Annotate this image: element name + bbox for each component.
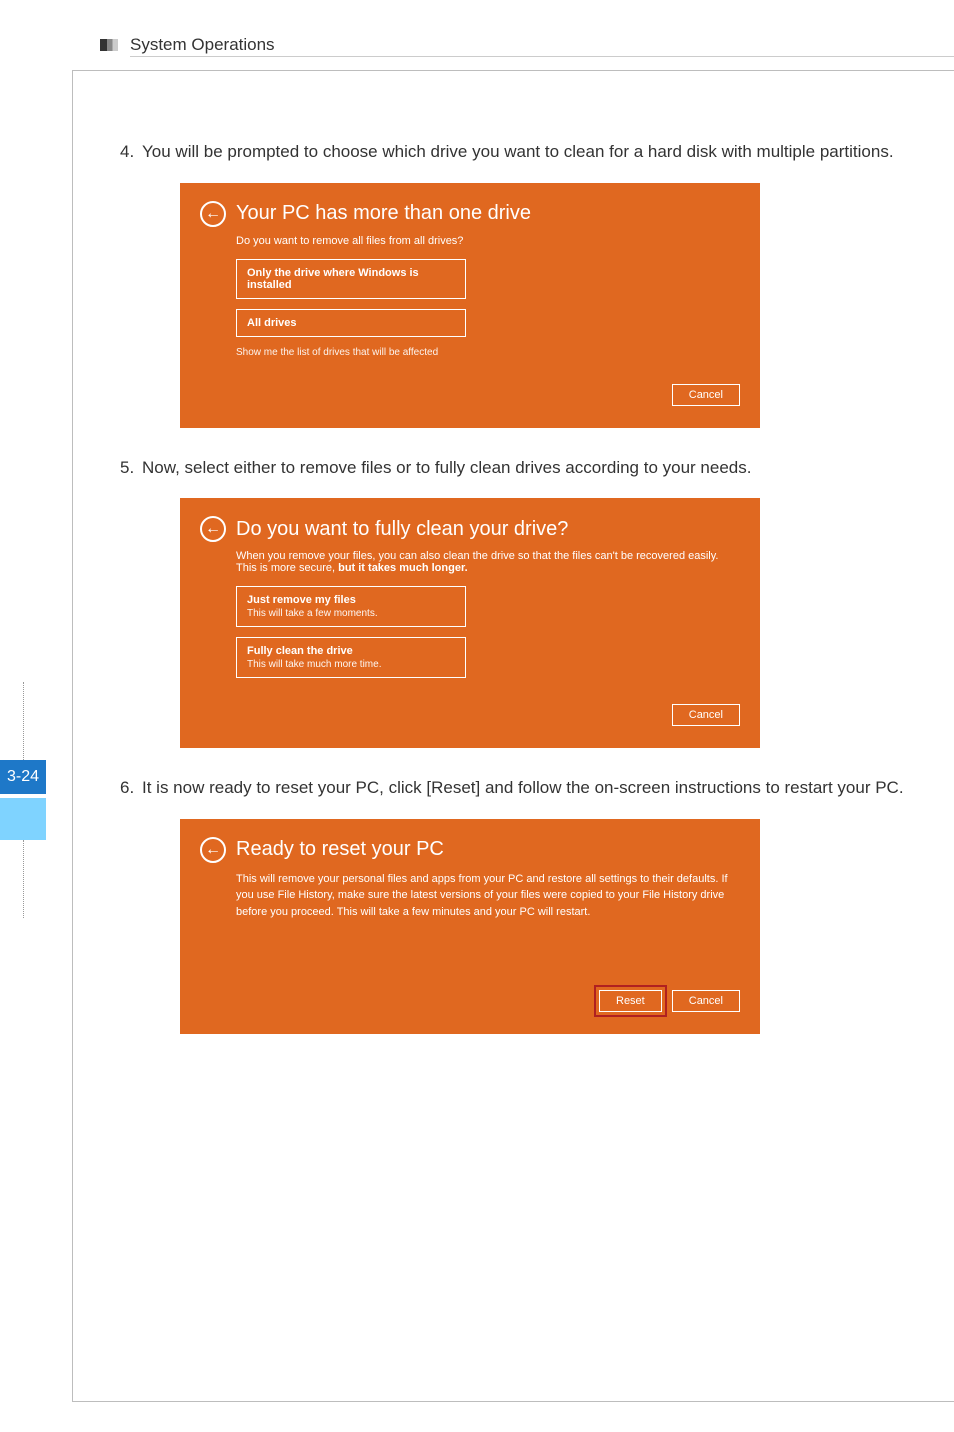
reset-button[interactable]: Reset xyxy=(599,990,662,1012)
page-number: 3-24 xyxy=(0,760,46,794)
step-number: 6. xyxy=(120,776,142,801)
option-only-windows-drive[interactable]: Only the drive where Windows is installe… xyxy=(236,259,466,299)
show-drives-link[interactable]: Show me the list of drives that will be … xyxy=(236,347,740,358)
step-4: 4. You will be prompted to choose which … xyxy=(120,140,914,428)
dialog-body: This will remove your personal files and… xyxy=(236,871,740,921)
dialog-subtitle: When you remove your files, you can also… xyxy=(236,550,740,574)
option-fully-clean[interactable]: Fully clean the drive This will take muc… xyxy=(236,637,466,678)
option-all-drives[interactable]: All drives xyxy=(236,309,466,337)
dialog-ready-reset: ← Ready to reset your PC This will remov… xyxy=(180,819,760,1035)
dialog-subtitle: Do you want to remove all files from all… xyxy=(236,235,740,247)
step-5: 5. Now, select either to remove files or… xyxy=(120,456,914,749)
step-number: 4. xyxy=(120,140,142,165)
cancel-button[interactable]: Cancel xyxy=(672,384,740,406)
step-6: 6. It is now ready to reset your PC, cli… xyxy=(120,776,914,1034)
step-number: 5. xyxy=(120,456,142,481)
dialog-title: Your PC has more than one drive xyxy=(236,202,531,225)
dialog-title: Do you want to fully clean your drive? xyxy=(236,518,568,541)
option-just-remove[interactable]: Just remove my files This will take a fe… xyxy=(236,586,466,627)
step-text: You will be prompted to choose which dri… xyxy=(142,140,914,165)
header-icon xyxy=(100,39,118,51)
back-icon[interactable]: ← xyxy=(200,837,226,863)
cancel-button[interactable]: Cancel xyxy=(672,704,740,726)
back-icon[interactable]: ← xyxy=(200,516,226,542)
dialog-title: Ready to reset your PC xyxy=(236,838,444,861)
step-text: It is now ready to reset your PC, click … xyxy=(142,776,914,801)
step-text: Now, select either to remove files or to… xyxy=(142,456,914,481)
chapter-title: System Operations xyxy=(130,35,275,55)
dialog-multiple-drives: ← Your PC has more than one drive Do you… xyxy=(180,183,760,428)
cancel-button[interactable]: Cancel xyxy=(672,990,740,1012)
dialog-fully-clean: ← Do you want to fully clean your drive?… xyxy=(180,498,760,748)
page-header: System Operations xyxy=(100,35,275,55)
page-number-tab: 3-24 xyxy=(0,682,46,918)
back-icon[interactable]: ← xyxy=(200,201,226,227)
